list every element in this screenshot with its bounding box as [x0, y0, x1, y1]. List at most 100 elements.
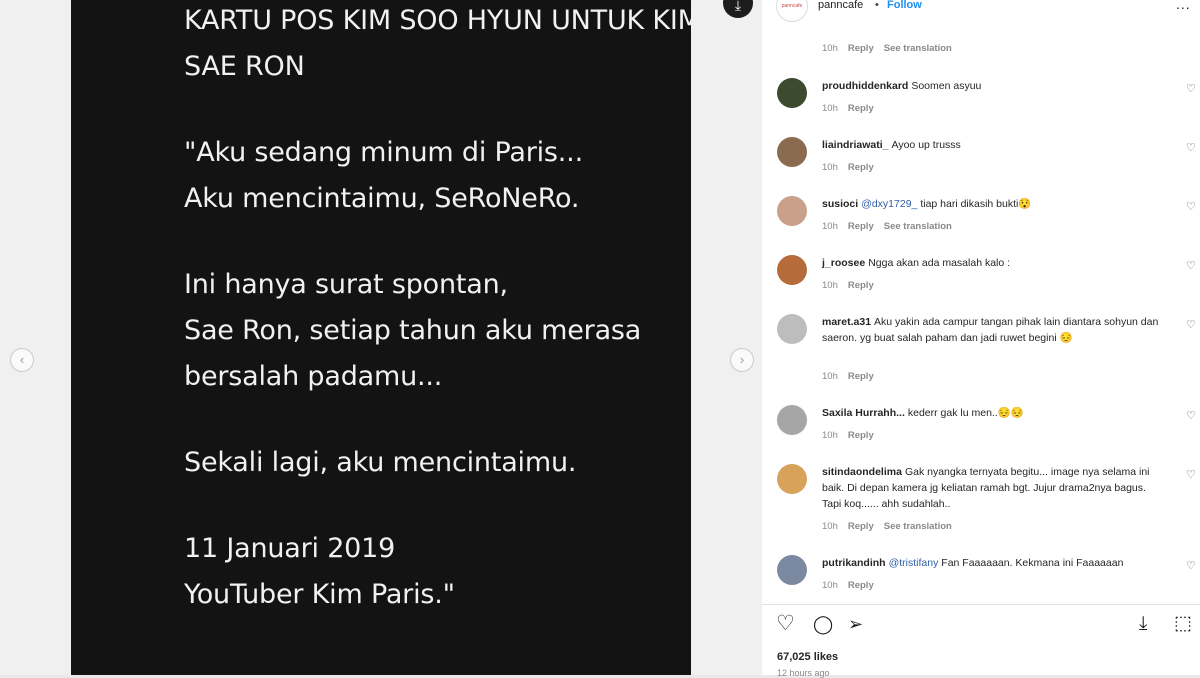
comment-like-icon[interactable]: ♡: [1186, 259, 1196, 272]
avatar[interactable]: [777, 137, 807, 167]
comment-text: susioci @dxy1729_ tiap hari dikasih bukti…: [822, 196, 1167, 212]
see-translation-link[interactable]: See translation: [884, 521, 952, 532]
comment-time: 10h: [822, 280, 838, 291]
text-paragraph: "Aku sedang minum di Paris... Aku mencin…: [184, 130, 744, 222]
reply-button[interactable]: Reply: [848, 43, 874, 54]
text-paragraph: 11 Januari 2019 YouTuber Kim Paris.": [184, 526, 744, 618]
comment-like-icon[interactable]: ♡: [1186, 200, 1196, 213]
post-caption-text: KARTU POS KIM SOO HYUN UNTUK KIM SAE RON…: [184, 0, 744, 658]
download-icon: ⤓: [734, 0, 742, 13]
text-line: Aku mencintaimu, SeRoNeRo.: [184, 183, 580, 214]
comment-time: 10h: [822, 521, 838, 532]
comment-mention[interactable]: @dxy1729_: [861, 198, 917, 210]
more-options-icon[interactable]: ...: [1176, 0, 1191, 12]
text-line: Sekali lagi, aku mencintaimu.: [184, 447, 577, 478]
reply-button[interactable]: Reply: [848, 162, 874, 173]
avatar[interactable]: [777, 78, 807, 108]
comment-body: tiap hari dikasih bukti😯: [920, 198, 1032, 210]
reply-button[interactable]: Reply: [848, 521, 874, 532]
comment-username[interactable]: Saxila Hurrahh...: [822, 407, 905, 419]
share-icon[interactable]: ➢: [848, 612, 863, 636]
comment-time: 10h: [822, 103, 838, 114]
text-line: bersalah padamu...: [184, 361, 443, 392]
likes-count[interactable]: 67,025 likes: [777, 651, 838, 663]
comment-username[interactable]: putrikandinh: [822, 557, 886, 569]
avatar[interactable]: [777, 405, 807, 435]
comment-time: 10h: [822, 580, 838, 591]
reply-button[interactable]: Reply: [848, 103, 874, 114]
follow-button[interactable]: Follow: [887, 0, 922, 11]
comment-meta: 10h Reply: [822, 280, 884, 291]
comment-like-icon[interactable]: ♡: [1186, 318, 1196, 331]
comment-meta: 10h Reply: [822, 430, 884, 441]
comment-username[interactable]: liaindriawati_: [822, 139, 889, 151]
comment-meta: 10h Reply: [822, 103, 884, 114]
text-line: 11 Januari 2019: [184, 533, 396, 564]
comment-username[interactable]: susioci: [822, 198, 858, 210]
comment-text: j_roosee Ngga akan ada masalah kalo :: [822, 255, 1167, 271]
post-image: KARTU POS KIM SOO HYUN UNTUK KIM SAE RON…: [71, 0, 701, 675]
comment-body: Ayoo up trusss: [891, 139, 961, 151]
comment-text: liaindriawati_ Ayoo up trusss: [822, 137, 1167, 153]
comment-mention[interactable]: @tristifany: [889, 557, 939, 569]
previous-slide-button[interactable]: ‹: [10, 348, 34, 372]
reply-button[interactable]: Reply: [848, 371, 874, 382]
comment-like-icon[interactable]: ♡: [1186, 409, 1196, 422]
comment-like-icon[interactable]: ♡: [1186, 468, 1196, 481]
comment-time: 10h: [822, 162, 838, 173]
comment-meta: 10h Reply: [822, 580, 884, 591]
reply-button[interactable]: Reply: [848, 221, 874, 232]
text-line: Ini hanya surat spontan,: [184, 269, 508, 300]
avatar[interactable]: [777, 555, 807, 585]
comment-time: 10h: [822, 43, 838, 54]
comment-meta: 10h Reply See translation: [822, 221, 962, 232]
comment-like-icon[interactable]: ♡: [1186, 82, 1196, 95]
comment-username[interactable]: sitindaondelima: [822, 466, 902, 478]
avatar[interactable]: [777, 464, 807, 494]
text-line: Sae Ron, setiap tahun aku merasa: [184, 315, 642, 346]
next-slide-button[interactable]: ›: [730, 348, 754, 372]
save-icon[interactable]: ⬚: [1174, 612, 1192, 636]
comment-time: 10h: [822, 371, 838, 382]
comment-text: proudhiddenkard Soomen asyuu: [822, 78, 1167, 94]
text-line: YouTuber Kim Paris.": [184, 579, 455, 610]
post-username[interactable]: panncafe: [818, 0, 863, 11]
comment-meta: 10h Reply: [822, 162, 884, 173]
avatar[interactable]: [777, 255, 807, 285]
comment-username[interactable]: proudhiddenkard: [822, 80, 908, 92]
comment-text: Saxila Hurrahh... kederr gak lu men..😔😔: [822, 405, 1167, 421]
avatar[interactable]: [777, 314, 807, 344]
text-paragraph: Ini hanya surat spontan, Sae Ron, setiap…: [184, 262, 744, 400]
avatar[interactable]: [777, 196, 807, 226]
text-line: "Aku sedang minum di Paris...: [184, 137, 583, 168]
separator-dot: •: [875, 0, 879, 11]
like-icon[interactable]: ♡: [776, 612, 795, 636]
comment-text: putrikandinh @tristifany Fan Faaaaaan. Ke…: [822, 555, 1167, 571]
avatar[interactable]: panncafe: [776, 0, 808, 22]
comment-like-icon[interactable]: ♡: [1186, 141, 1196, 154]
comment-body: Aku yakin ada campur tangan pihak lain d…: [822, 316, 1159, 344]
comment-text: maret.a31 Aku yakin ada campur tangan pih…: [822, 314, 1167, 346]
comment-like-icon[interactable]: ♡: [1186, 559, 1196, 572]
reply-button[interactable]: Reply: [848, 430, 874, 441]
comment-username[interactable]: maret.a31: [822, 316, 871, 328]
post-timestamp: 12 hours ago: [777, 668, 830, 678]
comment-meta: 10h Reply See translation: [822, 521, 962, 532]
comment-body: Fan Faaaaaan. Kekmana ini Faaaaaan: [941, 557, 1124, 569]
comment-meta: 10h Reply: [822, 371, 884, 382]
comment-icon[interactable]: ◯: [813, 612, 833, 636]
see-translation-link[interactable]: See translation: [884, 43, 952, 54]
text-line: SAE RON: [184, 51, 305, 82]
reply-button[interactable]: Reply: [848, 580, 874, 591]
divider: [762, 604, 1200, 605]
comment-body: kederr gak lu men..😔😔: [907, 407, 1024, 419]
comments-panel: ⤓ panncafe panncafe • Follow ... 10h Repl…: [723, 0, 1200, 678]
see-translation-link[interactable]: See translation: [884, 221, 952, 232]
reply-button[interactable]: Reply: [848, 280, 874, 291]
download-post-icon[interactable]: ⤓: [1139, 612, 1147, 636]
post-header: ⤓ panncafe panncafe • Follow ...: [723, 0, 1200, 30]
text-line: KARTU POS KIM SOO HYUN UNTUK KIM: [184, 5, 701, 36]
comment-body: Soomen asyuu: [911, 80, 982, 92]
comment-username[interactable]: j_roosee: [822, 257, 865, 269]
comment-time: 10h: [822, 221, 838, 232]
